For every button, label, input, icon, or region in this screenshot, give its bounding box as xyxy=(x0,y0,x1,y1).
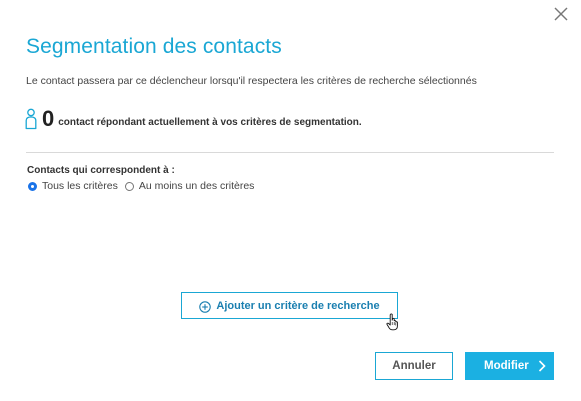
contact-count-row: 0 contact répondant actuellement à vos c… xyxy=(24,106,362,132)
match-mode-radio-group: Tous les critères Au moins un des critèr… xyxy=(28,180,261,192)
radio-all-criteria-label: Tous les critères xyxy=(42,180,118,192)
chevron-right-icon xyxy=(538,360,546,372)
radio-any-criteria[interactable]: Au moins un des critères xyxy=(124,180,255,192)
radio-any-criteria-button[interactable] xyxy=(124,181,134,191)
plus-circle-icon xyxy=(199,300,212,313)
radio-all-criteria-button[interactable] xyxy=(28,181,37,191)
criteria-heading: Contacts qui correspondent à : xyxy=(27,165,175,176)
radio-all-criteria[interactable]: Tous les critères xyxy=(28,180,118,192)
dialog-title: Segmentation des contacts xyxy=(26,35,282,58)
modify-button[interactable]: Modifier xyxy=(465,352,554,380)
hand-cursor-icon xyxy=(386,313,400,331)
add-criterion-label: Ajouter un critère de recherche xyxy=(216,299,380,312)
person-icon xyxy=(24,108,38,130)
add-criterion-button[interactable]: Ajouter un critère de recherche xyxy=(181,292,398,319)
radio-any-criteria-label: Au moins un des critères xyxy=(138,180,255,192)
contact-count: 0 xyxy=(42,106,55,131)
cancel-button[interactable]: Annuler xyxy=(375,352,453,380)
close-icon[interactable] xyxy=(551,4,571,24)
divider xyxy=(26,152,554,153)
modify-button-label: Modifier xyxy=(484,360,529,372)
contact-count-label: contact répondant actuellement à vos cri… xyxy=(58,116,362,128)
segmentation-dialog: Segmentation des contacts Le contact pas… xyxy=(0,0,581,401)
dialog-description: Le contact passera par ce déclencheur lo… xyxy=(26,75,477,87)
